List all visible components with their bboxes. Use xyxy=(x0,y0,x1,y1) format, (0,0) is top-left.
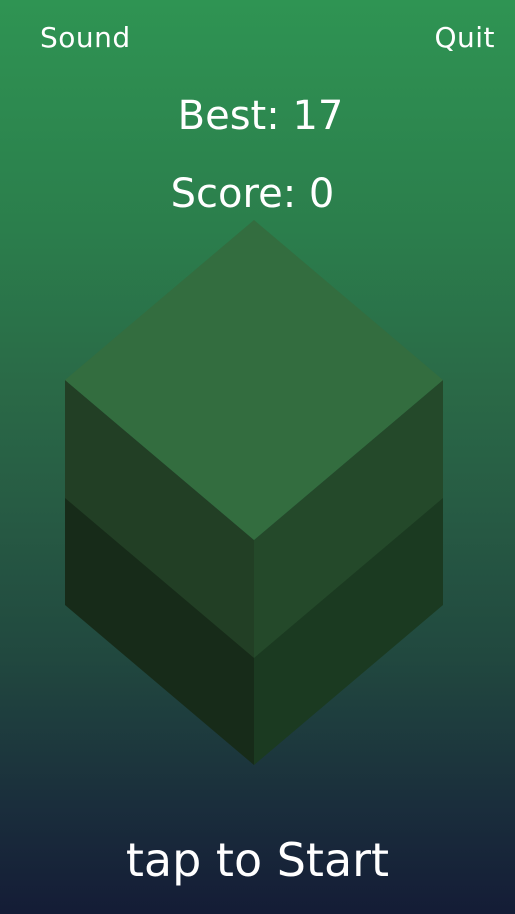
tap-to-start-prompt[interactable]: tap to Start xyxy=(0,832,515,888)
game-screen[interactable]: Sound Quit Best: 17 Score: 0 tap to Star… xyxy=(0,0,515,914)
block-stack xyxy=(65,220,443,765)
